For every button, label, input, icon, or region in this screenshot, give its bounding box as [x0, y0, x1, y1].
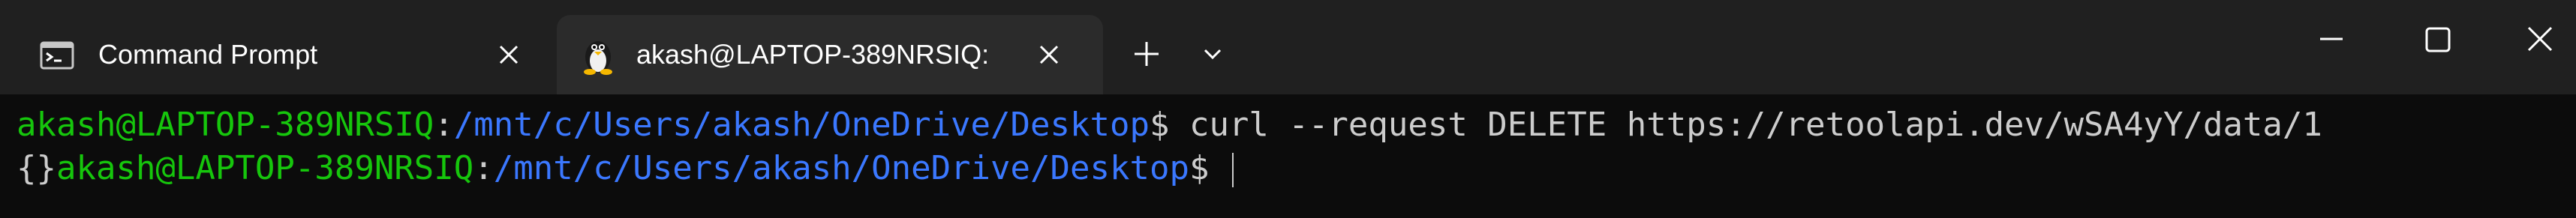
cmd-icon [40, 41, 74, 70]
terminal-output[interactable]: akash@LAPTOP-389NRSIQ:/mnt/c/Users/akash… [0, 94, 2576, 218]
prompt-symbol: $ [1189, 149, 1229, 187]
tab-close-icon[interactable] [494, 40, 524, 70]
tab-wsl-terminal[interactable]: akash@LAPTOP-389NRSIQ: /r [557, 15, 1103, 94]
command-text: curl --request DELETE https://retoolapi.… [1189, 106, 2322, 144]
prompt-separator: : [473, 149, 494, 187]
prompt-separator: : [434, 106, 454, 144]
maximize-icon[interactable] [2389, 0, 2487, 78]
tab-label: akash@LAPTOP-389NRSIQ: /r [636, 39, 996, 70]
text-cursor [1231, 153, 1234, 187]
tab-command-prompt[interactable]: Command Prompt [14, 15, 554, 94]
linux-penguin-icon [584, 41, 612, 75]
terminal-line: akash@LAPTOP-389NRSIQ:/mnt/c/Users/akash… [17, 105, 2322, 145]
new-tab-plus-icon[interactable] [1123, 30, 1171, 78]
terminal-line: {}akash@LAPTOP-389NRSIQ:/mnt/c/Users/aka… [17, 148, 1234, 189]
command-output: {} [17, 149, 56, 187]
prompt-user: akash@LAPTOP-389NRSIQ [17, 106, 434, 144]
title-bar: Command Prompt akash@LAPTOP-389NRSIQ: /r [0, 0, 2576, 94]
close-icon[interactable] [2491, 0, 2576, 78]
prompt-path: /mnt/c/Users/akash/OneDrive/Desktop [453, 106, 1150, 144]
prompt-user: akash@LAPTOP-389NRSIQ [56, 149, 474, 187]
prompt-symbol: $ [1149, 106, 1189, 144]
tab-close-icon[interactable] [1034, 40, 1064, 70]
minimize-icon[interactable] [2283, 0, 2380, 78]
chevron-down-icon[interactable] [1189, 30, 1237, 78]
tab-label: Command Prompt [98, 39, 318, 70]
prompt-path: /mnt/c/Users/akash/OneDrive/Desktop [493, 149, 1189, 187]
